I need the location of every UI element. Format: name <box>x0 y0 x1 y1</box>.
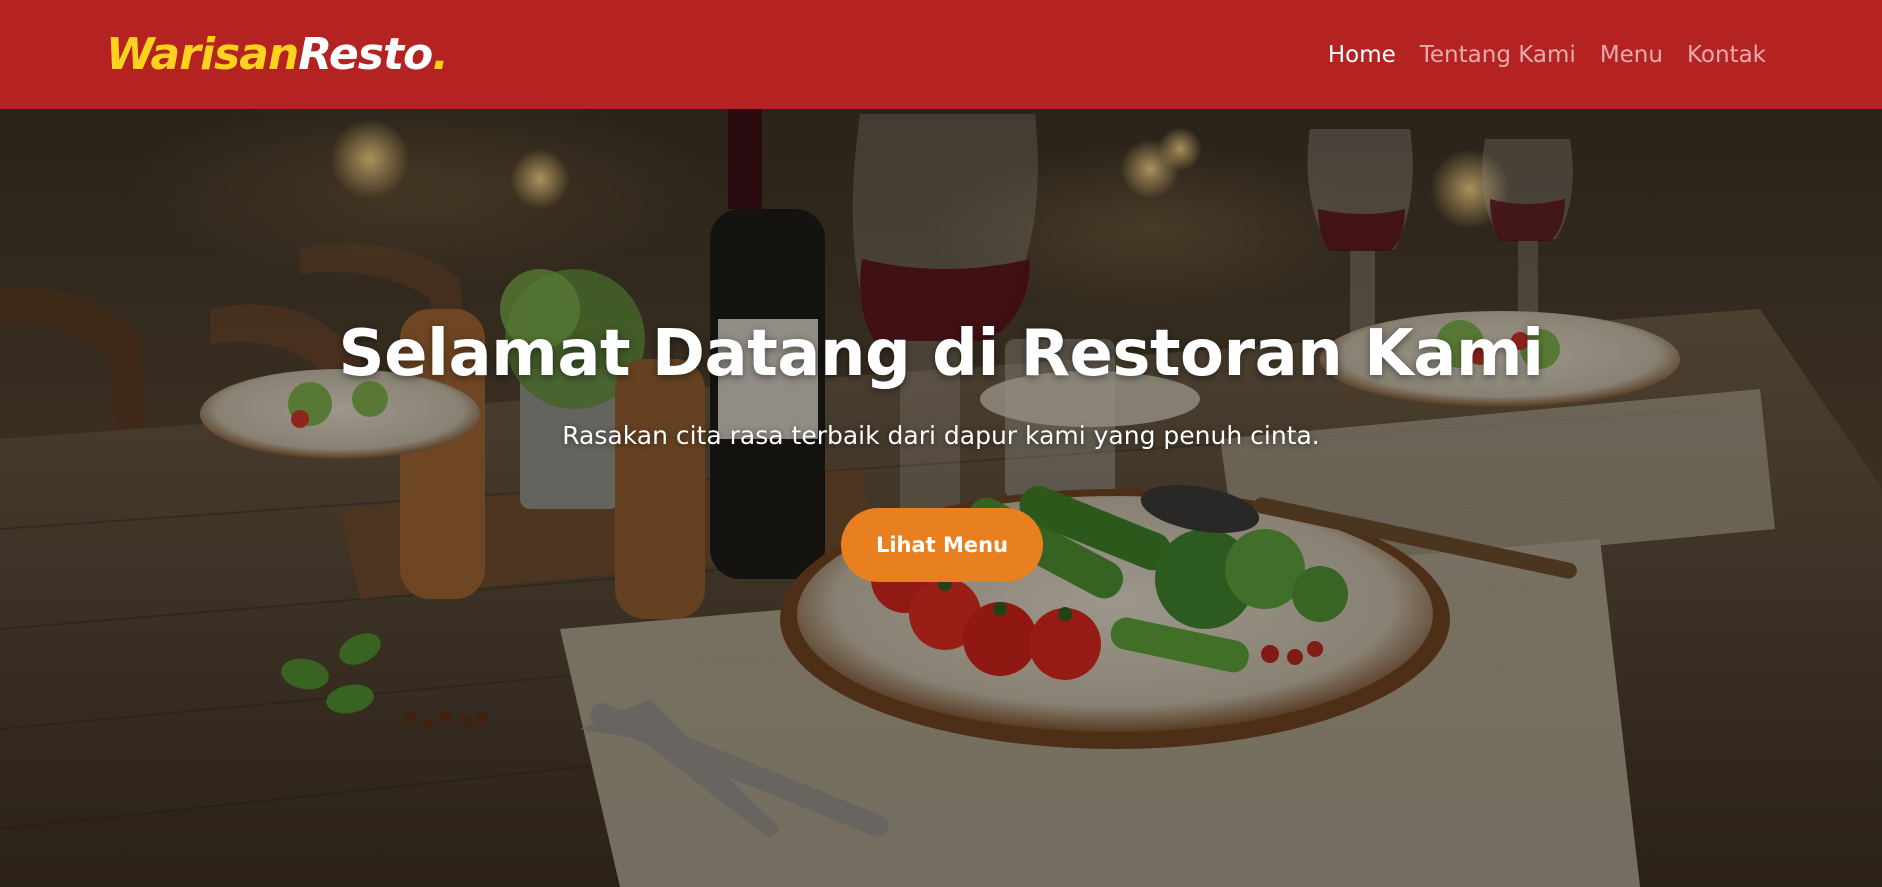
nav-link-home[interactable]: Home <box>1328 42 1396 68</box>
brand-dot: . <box>432 28 449 80</box>
hero-title: Selamat Datang di Restoran Kami <box>338 317 1545 391</box>
hero-dark-overlay <box>0 109 1882 887</box>
nav-menu: Home Tentang Kami Menu Kontak <box>1328 42 1766 68</box>
brand-part-resto: Resto <box>298 28 433 80</box>
lihat-menu-button[interactable]: Lihat Menu <box>841 508 1043 582</box>
brand-part-warisan: Warisan <box>106 28 299 80</box>
nav-link-tentang-kami[interactable]: Tentang Kami <box>1420 42 1576 68</box>
hero-section: Selamat Datang di Restoran Kami Rasakan … <box>0 109 1882 887</box>
navbar: WarisanResto. Home Tentang Kami Menu Kon… <box>0 0 1882 109</box>
nav-link-menu[interactable]: Menu <box>1600 42 1663 68</box>
nav-link-kontak[interactable]: Kontak <box>1687 42 1766 68</box>
brand-logo[interactable]: WarisanResto. <box>106 32 449 77</box>
hero-subtitle: Rasakan cita rasa terbaik dari dapur kam… <box>562 421 1320 450</box>
